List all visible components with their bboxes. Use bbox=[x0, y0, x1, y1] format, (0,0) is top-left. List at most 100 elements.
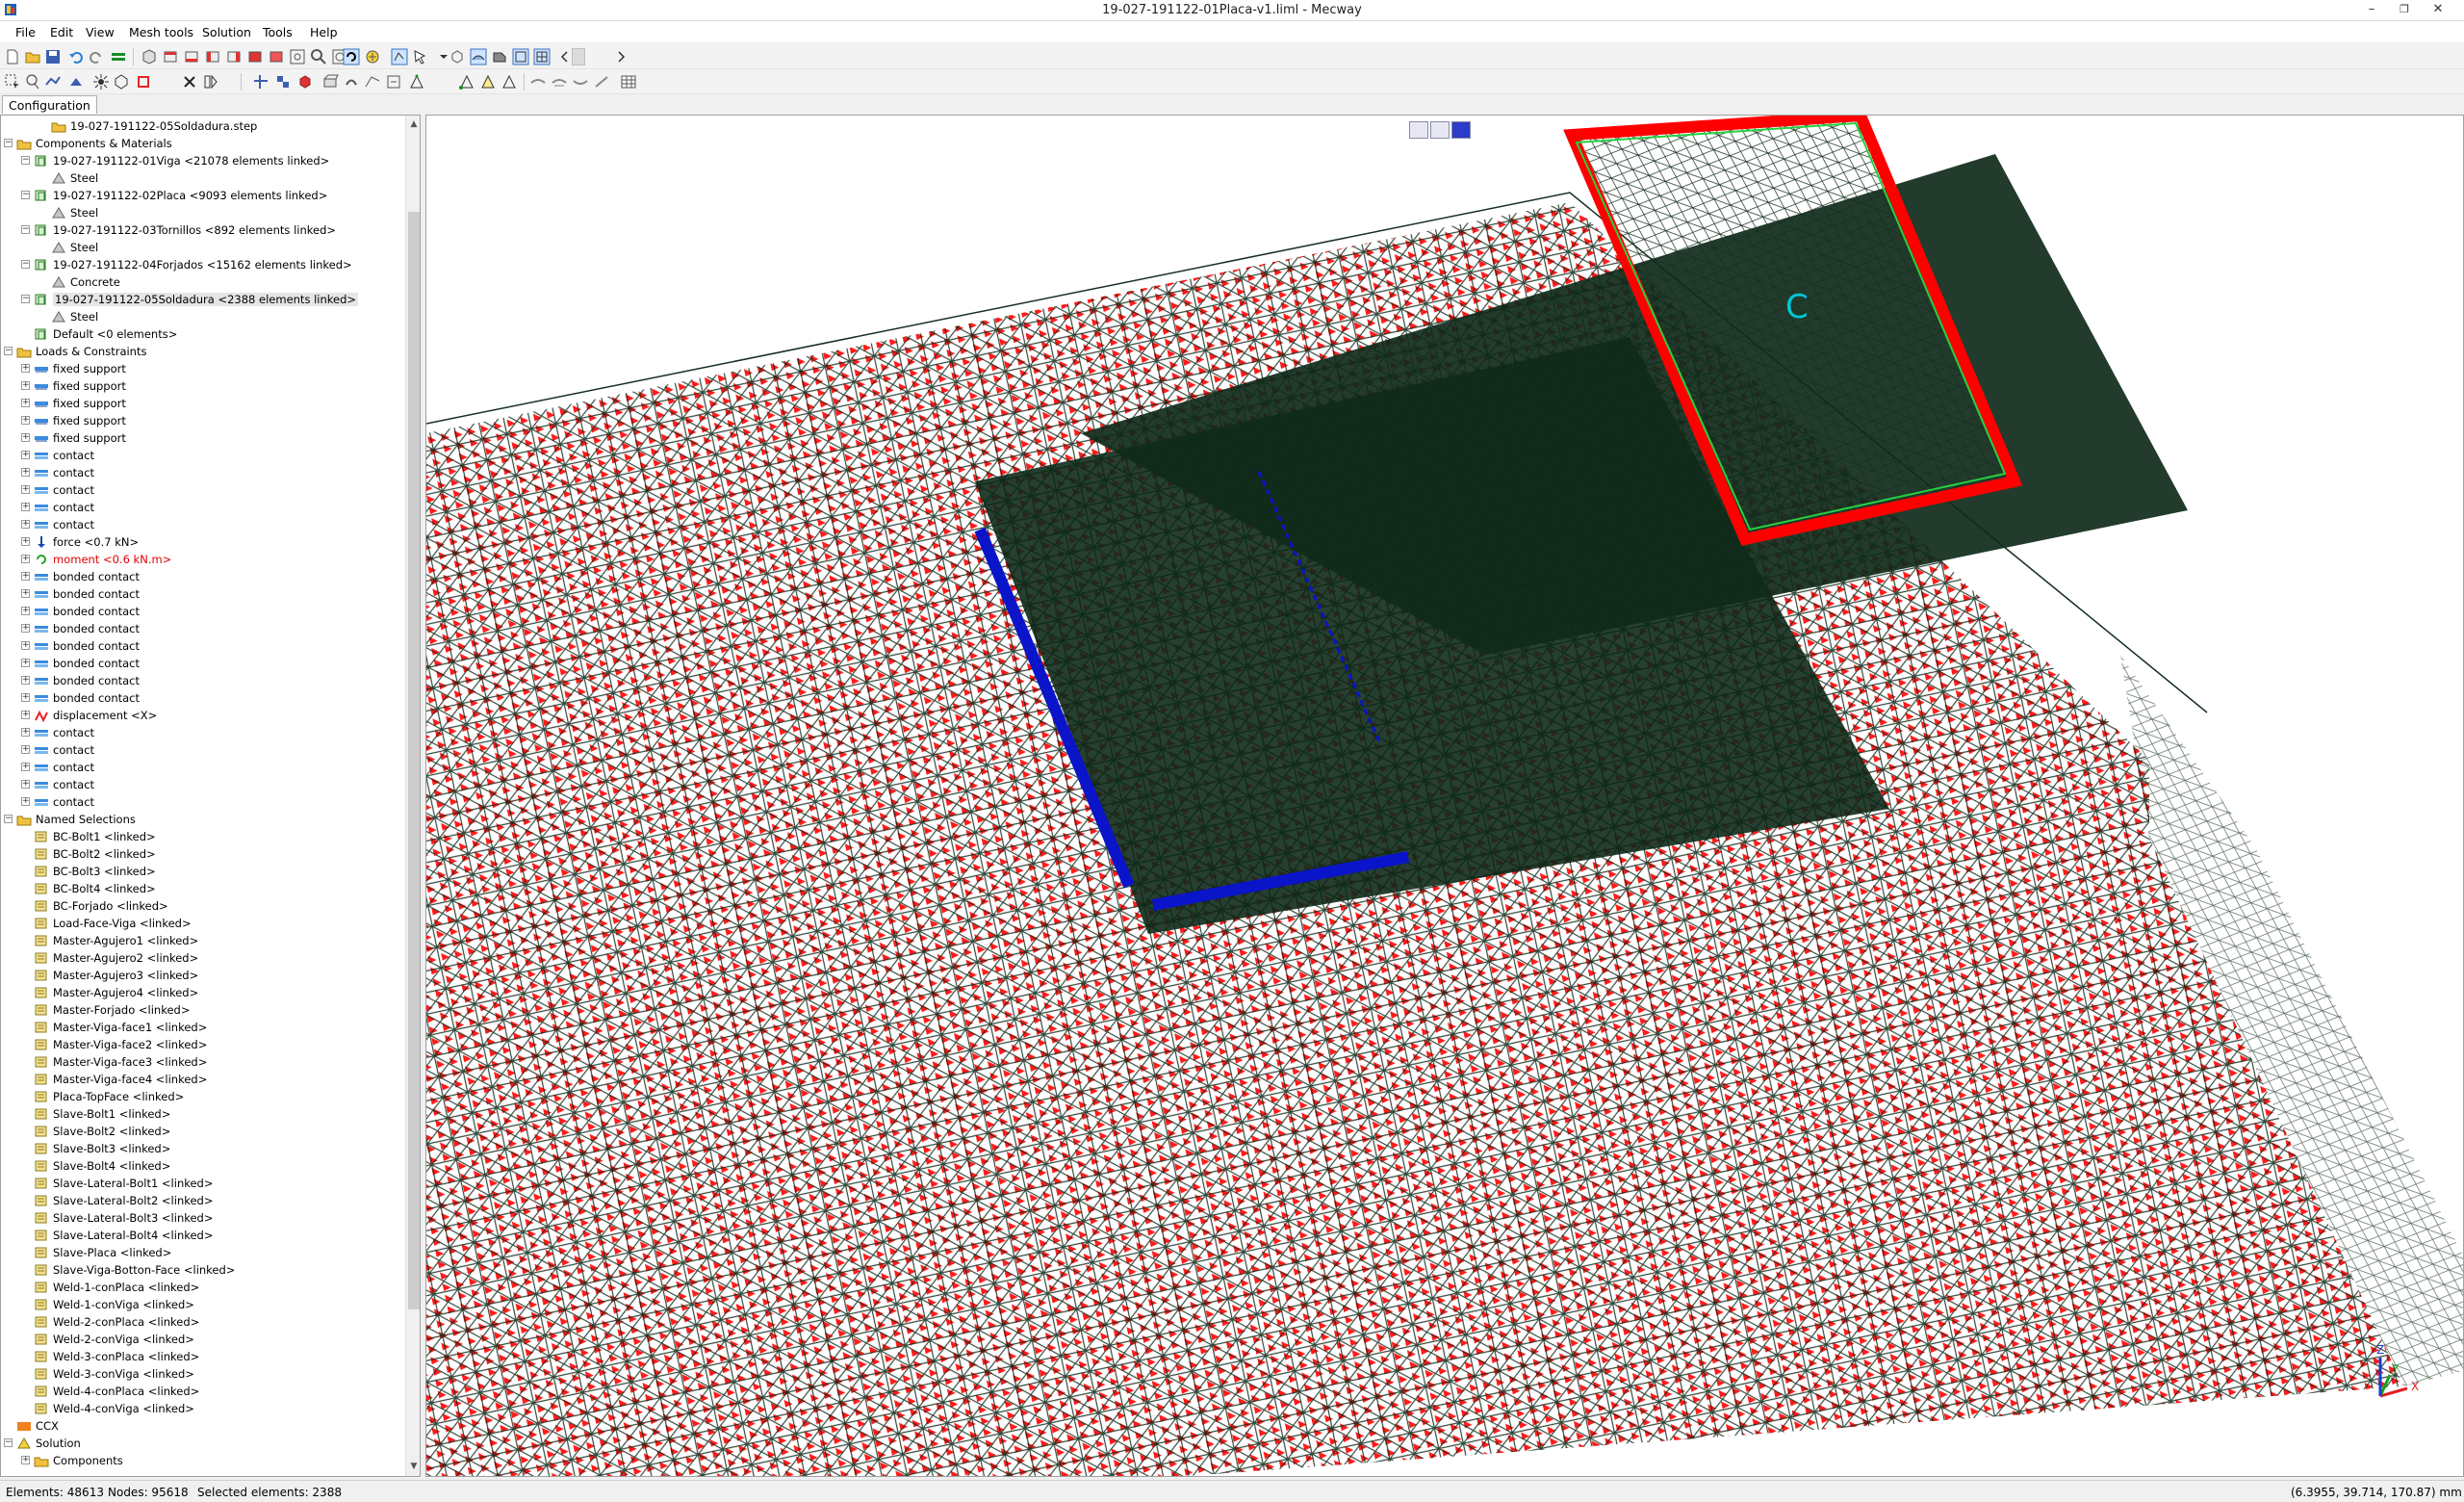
tree-item[interactable]: Weld-2-conPlaca <linked> bbox=[1, 1313, 405, 1331]
expand-icon[interactable]: + bbox=[21, 589, 30, 598]
tree-item[interactable]: − Solution bbox=[1, 1435, 405, 1452]
expand-icon[interactable]: + bbox=[21, 433, 30, 442]
tree-item[interactable]: + bonded contact bbox=[1, 689, 405, 707]
tree-item[interactable]: − Loads & Constraints bbox=[1, 343, 405, 360]
tree-item[interactable]: + moment <0.6 kN.m> bbox=[1, 551, 405, 568]
tree-item[interactable]: Weld-4-conPlaca <linked> bbox=[1, 1383, 405, 1400]
open-folder-icon[interactable] bbox=[24, 48, 41, 65]
tree-item[interactable]: + fixed support bbox=[1, 429, 405, 447]
mesh-merge-icon[interactable] bbox=[274, 73, 292, 91]
surface-mode-icon[interactable] bbox=[470, 48, 487, 65]
tree-item[interactable]: Slave-Lateral-Bolt3 <linked> bbox=[1, 1209, 405, 1227]
tree-item[interactable]: − 19-027-191122-01Viga <21078 elements li… bbox=[1, 152, 405, 169]
tree-item[interactable]: + contact bbox=[1, 481, 405, 499]
tree-item[interactable]: Steel bbox=[1, 204, 405, 221]
expand-icon[interactable]: + bbox=[21, 693, 30, 702]
tree-item[interactable]: Slave-Bolt1 <linked> bbox=[1, 1105, 405, 1123]
tree-item[interactable]: + fixed support bbox=[1, 412, 405, 429]
tree-item[interactable]: + bonded contact bbox=[1, 568, 405, 585]
menu-solution[interactable]: Solution bbox=[202, 25, 251, 39]
extrude-icon[interactable] bbox=[321, 73, 339, 91]
expand-icon[interactable]: + bbox=[21, 399, 30, 407]
expand-icon[interactable]: + bbox=[21, 763, 30, 771]
view-shaded-icon[interactable] bbox=[1451, 121, 1471, 139]
new-file-icon[interactable] bbox=[4, 48, 21, 65]
element-triangle-icon[interactable] bbox=[479, 73, 497, 91]
mesh-refine-icon[interactable] bbox=[252, 73, 270, 91]
view-front-icon[interactable] bbox=[162, 48, 179, 65]
view-back-icon[interactable] bbox=[183, 48, 200, 65]
tree-item[interactable]: − Components & Materials bbox=[1, 135, 405, 152]
tree-item[interactable]: BC-Forjado <linked> bbox=[1, 897, 405, 915]
tree-item[interactable]: Weld-3-conViga <linked> bbox=[1, 1365, 405, 1383]
tree-item[interactable]: BC-Bolt4 <linked> bbox=[1, 880, 405, 897]
tree-item[interactable]: + contact bbox=[1, 724, 405, 741]
tree-item[interactable]: + bonded contact bbox=[1, 655, 405, 672]
next-step-icon[interactable] bbox=[612, 48, 629, 65]
tree-item[interactable]: + fixed support bbox=[1, 377, 405, 395]
collapse-icon[interactable]: − bbox=[21, 260, 30, 269]
tree-item[interactable]: + contact bbox=[1, 499, 405, 516]
tree-item[interactable]: Master-Agujero2 <linked> bbox=[1, 949, 405, 967]
tree-item[interactable]: + bonded contact bbox=[1, 672, 405, 689]
tree-item[interactable]: Slave-Lateral-Bolt4 <linked> bbox=[1, 1227, 405, 1244]
red-square-icon[interactable] bbox=[135, 73, 152, 91]
sweep-icon[interactable] bbox=[364, 73, 381, 91]
expand-icon[interactable]: + bbox=[21, 555, 30, 563]
collapse-icon[interactable]: − bbox=[21, 295, 30, 303]
restore-button[interactable]: ❐ bbox=[2388, 0, 2421, 19]
collapse-icon[interactable]: − bbox=[21, 156, 30, 165]
expand-icon[interactable]: + bbox=[21, 1456, 30, 1464]
tab-configuration[interactable]: Configuration bbox=[2, 95, 97, 114]
mesh-lines-icon[interactable] bbox=[533, 48, 551, 65]
select-elements-icon[interactable] bbox=[412, 48, 429, 65]
shell-flip-icon[interactable] bbox=[572, 73, 589, 91]
undo-icon[interactable] bbox=[67, 48, 85, 65]
menu-edit[interactable]: Edit bbox=[50, 25, 73, 39]
expand-icon[interactable]: + bbox=[21, 728, 30, 737]
view-right-icon[interactable] bbox=[225, 48, 243, 65]
view-cube-icon[interactable] bbox=[1430, 121, 1450, 139]
tree-item[interactable]: + fixed support bbox=[1, 360, 405, 377]
tree-item[interactable]: Slave-Bolt3 <linked> bbox=[1, 1140, 405, 1157]
tree-item[interactable]: Steel bbox=[1, 169, 405, 187]
expand-icon[interactable]: + bbox=[21, 641, 30, 650]
expand-icon[interactable]: + bbox=[21, 659, 30, 667]
tree-item[interactable]: + Components bbox=[1, 1452, 405, 1469]
tree-item[interactable]: Master-Agujero4 <linked> bbox=[1, 984, 405, 1001]
tree-item[interactable]: + contact bbox=[1, 759, 405, 776]
tree-item[interactable]: Master-Viga-face4 <linked> bbox=[1, 1071, 405, 1088]
tree-item[interactable]: Master-Agujero3 <linked> bbox=[1, 967, 405, 984]
shell-offset-icon[interactable] bbox=[551, 73, 568, 91]
tree-item[interactable]: Master-Agujero1 <linked> bbox=[1, 932, 405, 949]
tree-item[interactable]: Weld-2-conViga <linked> bbox=[1, 1331, 405, 1348]
cube-wire-icon[interactable] bbox=[449, 48, 466, 65]
shell-split-icon[interactable] bbox=[593, 73, 610, 91]
expand-icon[interactable]: + bbox=[21, 520, 30, 529]
expand-icon[interactable]: + bbox=[21, 485, 30, 494]
expand-icon[interactable]: + bbox=[21, 381, 30, 390]
tree-item[interactable]: + contact bbox=[1, 793, 405, 811]
tree-item[interactable]: Slave-Bolt2 <linked> bbox=[1, 1123, 405, 1140]
menu-mesh-tools[interactable]: Mesh tools bbox=[129, 25, 193, 39]
collapse-icon[interactable]: − bbox=[21, 225, 30, 234]
tree-item[interactable]: BC-Bolt1 <linked> bbox=[1, 828, 405, 845]
tree-item[interactable]: Master-Viga-face2 <linked> bbox=[1, 1036, 405, 1053]
tree-item[interactable]: − 19-027-191122-05Soldadura <2388 element… bbox=[1, 291, 405, 308]
collapse-icon[interactable]: − bbox=[4, 815, 13, 823]
tree-item[interactable]: Slave-Bolt4 <linked> bbox=[1, 1157, 405, 1175]
view-bottom-icon[interactable] bbox=[268, 48, 285, 65]
expand-icon[interactable]: + bbox=[21, 451, 30, 459]
tree-item[interactable]: Master-Forjado <linked> bbox=[1, 1001, 405, 1019]
tree-item[interactable]: + contact bbox=[1, 464, 405, 481]
view-left-icon[interactable] bbox=[204, 48, 221, 65]
mirror-icon[interactable] bbox=[202, 73, 219, 91]
tree-item[interactable]: Weld-1-conPlaca <linked> bbox=[1, 1279, 405, 1296]
zoom-icon[interactable] bbox=[310, 48, 327, 65]
scroll-thumb[interactable] bbox=[408, 212, 420, 1309]
select-adjacent-icon[interactable] bbox=[67, 73, 85, 91]
tree-item[interactable]: BC-Bolt3 <linked> bbox=[1, 863, 405, 880]
tree-item[interactable]: Load-Face-Viga <linked> bbox=[1, 915, 405, 932]
zoom-fit-icon[interactable] bbox=[289, 48, 306, 65]
tree-item[interactable]: + bonded contact bbox=[1, 603, 405, 620]
